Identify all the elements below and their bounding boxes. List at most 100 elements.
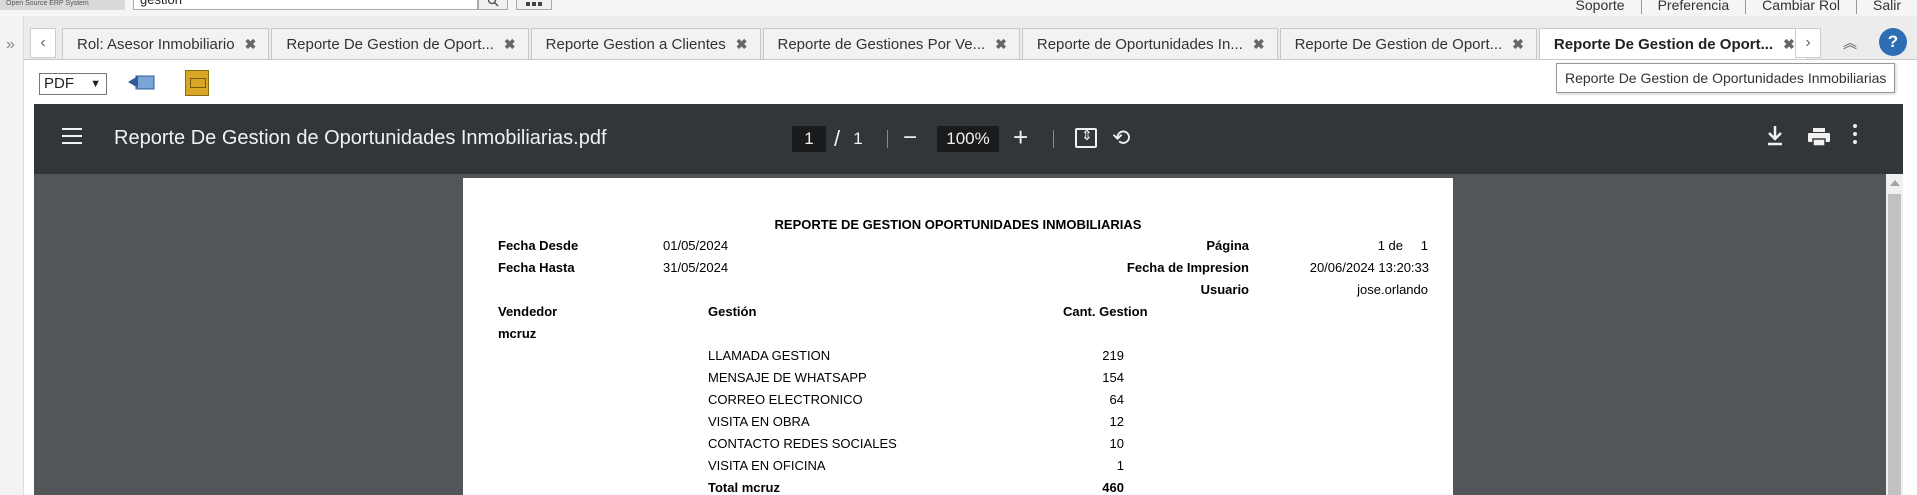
apps-button[interactable] — [516, 0, 552, 10]
pdf-page: REPORTE DE GESTION OPORTUNIDADES INMOBIL… — [463, 178, 1453, 495]
zoom-in-icon[interactable]: + — [1013, 123, 1028, 151]
chevron-down-icon: ▼ — [90, 78, 101, 90]
fecha-impresion-label: Fecha de Impresion — [1126, 260, 1249, 275]
menu-icon[interactable] — [62, 128, 82, 146]
tab-scroll-left-button[interactable]: ‹ — [30, 28, 56, 58]
toolbar-divider — [887, 130, 888, 148]
chevron-left-icon: ‹ — [40, 34, 46, 51]
zoom-level-input[interactable]: 100% — [937, 126, 999, 152]
search-button[interactable] — [478, 0, 508, 10]
total-value: 460 — [1102, 480, 1124, 495]
app-logo: Open Source ERP System — [0, 0, 125, 10]
page-separator: / — [834, 126, 841, 151]
logout-link[interactable]: Salir — [1855, 0, 1917, 14]
fecha-hasta-value: 31/05/2024 — [663, 260, 729, 275]
fecha-hasta-label: Fecha Hasta — [498, 260, 575, 275]
double-chevron-up-icon: ︽ — [1843, 35, 1857, 51]
col-vendedor-header: Vendedor — [498, 304, 558, 319]
gestion-row-label: VISITA EN OBRA — [708, 414, 810, 429]
collapse-header-button[interactable]: ︽ — [1835, 30, 1865, 56]
fecha-desde-label: Fecha Desde — [498, 238, 579, 253]
col-gestion-header: Gestión — [708, 304, 757, 319]
print-icon[interactable] — [1808, 128, 1830, 146]
tab-tooltip: Reporte De Gestion de Oportunidades Inmo… — [1556, 63, 1896, 93]
tab-bar: ‹ Rol: Asesor Inmobiliario ✖ Reporte De G… — [24, 16, 1917, 60]
tab-label: Reporte De Gestion de Oport... — [286, 35, 494, 53]
tab-label: Rol: Asesor Inmobiliario — [77, 35, 235, 53]
tab-label: Reporte de Gestiones Por Ve... — [777, 35, 986, 53]
pdf-toolbar: Reporte De Gestion de Oportunidades Inmo… — [34, 104, 1903, 174]
tab-reporte-gestion-oport-1[interactable]: Reporte De Gestion de Oport... ✖ — [271, 28, 529, 59]
report-title: REPORTE DE GESTION OPORTUNIDADES INMOBIL… — [774, 217, 1142, 232]
close-icon[interactable]: ✖ — [245, 36, 257, 53]
change-role-link[interactable]: Cambiar Rol — [1745, 0, 1856, 14]
help-icon[interactable]: ? — [1879, 28, 1907, 56]
close-icon[interactable]: ✖ — [1783, 36, 1795, 53]
usuario-label: Usuario — [1200, 282, 1249, 297]
send-report-icon[interactable] — [128, 73, 156, 93]
total-pages: 1 — [853, 129, 863, 148]
total-label: Total mcruz — [708, 480, 780, 495]
tab-reporte-gestion-oport-active[interactable]: Reporte De Gestion de Oport... ✖ — [1538, 28, 1808, 59]
zoom-out-icon[interactable]: − — [903, 124, 917, 152]
gestion-row-count: 10 — [1109, 436, 1124, 451]
support-link[interactable]: Soporte — [1560, 0, 1641, 14]
gestion-row-count: 12 — [1109, 414, 1124, 429]
tab-list: Rol: Asesor Inmobiliario ✖ Reporte De Ges… — [62, 28, 1810, 59]
left-gutter: » — [0, 16, 24, 495]
expand-panel-icon[interactable]: » — [6, 36, 15, 54]
close-icon[interactable]: ✖ — [736, 36, 748, 53]
toolbar-divider — [1053, 130, 1054, 148]
download-icon[interactable] — [1764, 123, 1786, 149]
rotate-icon[interactable]: ⟲ — [1112, 125, 1130, 151]
gestion-row-label: MENSAJE DE WHATSAPP — [708, 370, 867, 385]
gestion-row-label: LLAMADA GESTION — [708, 348, 831, 363]
more-options-icon[interactable] — [1853, 124, 1859, 148]
archive-icon[interactable] — [185, 70, 209, 96]
tab-rol-asesor[interactable]: Rol: Asesor Inmobiliario ✖ — [62, 28, 270, 59]
gestion-row-count: 219 — [1102, 348, 1124, 363]
tab-reporte-gestiones-vendedor[interactable]: Reporte de Gestiones Por Ve... ✖ — [762, 28, 1020, 59]
tab-reporte-oportunidades[interactable]: Reporte de Oportunidades In... ✖ — [1021, 28, 1278, 59]
pdf-file-name: Reporte De Gestion de Oportunidades Inmo… — [114, 127, 607, 149]
pagina-total: 1 — [1420, 238, 1428, 253]
tab-reporte-gestion-oport-2[interactable]: Reporte De Gestion de Oport... ✖ — [1279, 28, 1537, 59]
export-format-select[interactable]: PDF ▼ — [39, 73, 107, 95]
tab-label: Reporte de Oportunidades In... — [1036, 35, 1243, 53]
fecha-desde-value: 01/05/2024 — [663, 238, 729, 253]
close-icon[interactable]: ✖ — [995, 36, 1007, 53]
vertical-scrollbar[interactable] — [1886, 174, 1903, 495]
vendedor-name: mcruz — [498, 326, 537, 341]
header-links: Soporte Preferencia Cambiar Rol Salir — [1560, 0, 1917, 14]
top-header: Open Source ERP System gestion Soporte P… — [0, 0, 1917, 16]
gestion-row-count: 64 — [1109, 392, 1124, 407]
close-icon[interactable]: ✖ — [504, 36, 516, 53]
pagina-value: 1 de — [1377, 238, 1403, 253]
tab-scroll-right-button[interactable]: › — [1795, 28, 1821, 58]
close-icon[interactable]: ✖ — [1512, 36, 1524, 53]
tab-reporte-gestion-clientes[interactable]: Reporte Gestion a Clientes ✖ — [530, 28, 761, 59]
search-icon — [487, 0, 499, 7]
pdf-viewer: Reporte De Gestion de Oportunidades Inmo… — [34, 104, 1903, 495]
tab-label: Reporte Gestion a Clientes — [545, 35, 726, 53]
grid-icon — [526, 2, 542, 6]
chevron-right-icon: › — [1805, 34, 1811, 51]
page-number-input[interactable]: 1 — [792, 126, 826, 152]
fecha-impresion-value: 20/06/2024 13:20:33 — [1309, 260, 1429, 275]
col-cant-header: Cant. Gestion — [1063, 304, 1148, 319]
format-value: PDF — [44, 75, 74, 92]
tab-label: Reporte De Gestion de Oport... — [1294, 35, 1503, 53]
gestion-row-count: 154 — [1102, 370, 1124, 385]
gestion-row-label: CORREO ELECTRONICO — [708, 392, 863, 407]
scroll-up-icon[interactable] — [1890, 180, 1900, 186]
preferences-link[interactable]: Preferencia — [1640, 0, 1746, 14]
fit-page-icon[interactable] — [1075, 127, 1097, 148]
scrollbar-thumb[interactable] — [1888, 194, 1901, 495]
gestion-row-count: 1 — [1116, 458, 1124, 473]
usuario-value: jose.orlando — [1357, 282, 1428, 297]
search-input[interactable]: gestion — [133, 0, 478, 10]
pagina-label: Página — [1206, 238, 1249, 253]
tab-label: Reporte De Gestion de Oport... — [1553, 35, 1774, 53]
close-icon[interactable]: ✖ — [1253, 36, 1265, 53]
gestion-row-label: CONTACTO REDES SOCIALES — [708, 436, 897, 451]
